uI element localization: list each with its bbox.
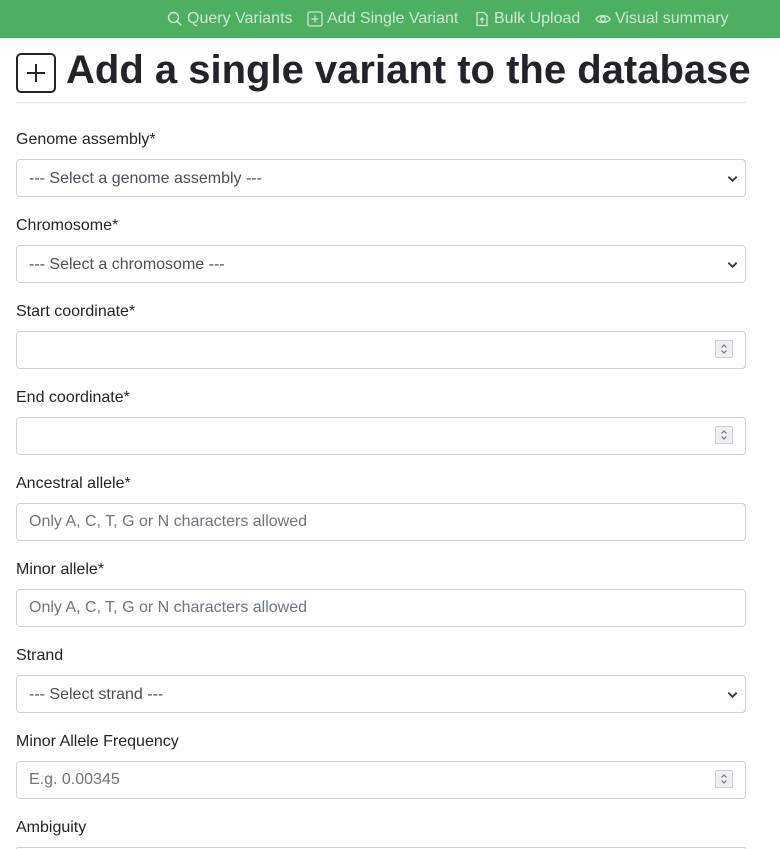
ancestral-allele-input[interactable] xyxy=(16,503,746,541)
ancestral-allele-label: Ancestral allele* xyxy=(16,475,131,492)
strand-label: Strand xyxy=(16,647,64,664)
start-coordinate-label: Start coordinate* xyxy=(16,303,136,320)
plus-square-icon xyxy=(307,11,323,27)
end-coordinate-input[interactable] xyxy=(16,417,746,455)
title-divider xyxy=(16,102,747,103)
spinner-arrows-icon xyxy=(721,774,727,784)
strand-select-wrapper: --- Select strand --- xyxy=(16,675,746,713)
minor-allele-label: Minor allele* xyxy=(16,561,105,578)
top-navbar: Query Variants Add Single Variant Bulk U… xyxy=(0,0,780,38)
genome-assembly-label: Genome assembly* xyxy=(16,131,156,148)
search-icon xyxy=(167,11,182,26)
plus-square-icon xyxy=(16,53,56,93)
nav-visual-summary-label: Visual summary xyxy=(615,10,729,27)
number-spinner[interactable] xyxy=(715,770,733,788)
minor-allele-frequency-input[interactable] xyxy=(16,761,746,799)
nav-add-single-variant-label: Add Single Variant xyxy=(327,10,459,27)
minor-allele-input[interactable] xyxy=(16,589,746,627)
minor-allele-frequency-wrapper xyxy=(16,761,746,799)
chromosome-select[interactable]: --- Select a chromosome --- xyxy=(16,245,746,283)
spinner-arrows-icon xyxy=(721,430,727,440)
start-coordinate-input[interactable] xyxy=(16,331,746,369)
end-coordinate-label: End coordinate* xyxy=(16,389,130,406)
nav-bulk-upload-label: Bulk Upload xyxy=(494,10,581,27)
genome-assembly-select[interactable]: --- Select a genome assembly --- xyxy=(16,159,746,197)
nav-visual-summary[interactable]: Visual summary xyxy=(595,0,729,38)
file-icon xyxy=(476,11,488,27)
number-spinner[interactable] xyxy=(715,426,733,444)
minor-allele-frequency-label: Minor Allele Frequency xyxy=(16,733,179,750)
page-title: Add a single variant to the database xyxy=(66,48,751,92)
eye-icon xyxy=(595,14,611,24)
nav-bulk-upload[interactable]: Bulk Upload xyxy=(474,0,580,38)
ambiguity-label: Ambiguity xyxy=(16,819,87,836)
nav-query-variants-label: Query Variants xyxy=(187,10,293,27)
nav-query-variants[interactable]: Query Variants xyxy=(167,0,293,38)
number-spinner[interactable] xyxy=(715,340,733,358)
chromosome-select-wrapper: --- Select a chromosome --- xyxy=(16,245,746,283)
start-coordinate-wrapper xyxy=(16,331,746,369)
end-coordinate-wrapper xyxy=(16,417,746,455)
nav-add-single-variant[interactable]: Add Single Variant xyxy=(307,0,458,38)
spinner-arrows-icon xyxy=(721,344,727,354)
strand-select[interactable]: --- Select strand --- xyxy=(16,675,746,713)
chromosome-label: Chromosome* xyxy=(16,217,119,234)
genome-assembly-select-wrapper: --- Select a genome assembly --- xyxy=(16,159,746,197)
